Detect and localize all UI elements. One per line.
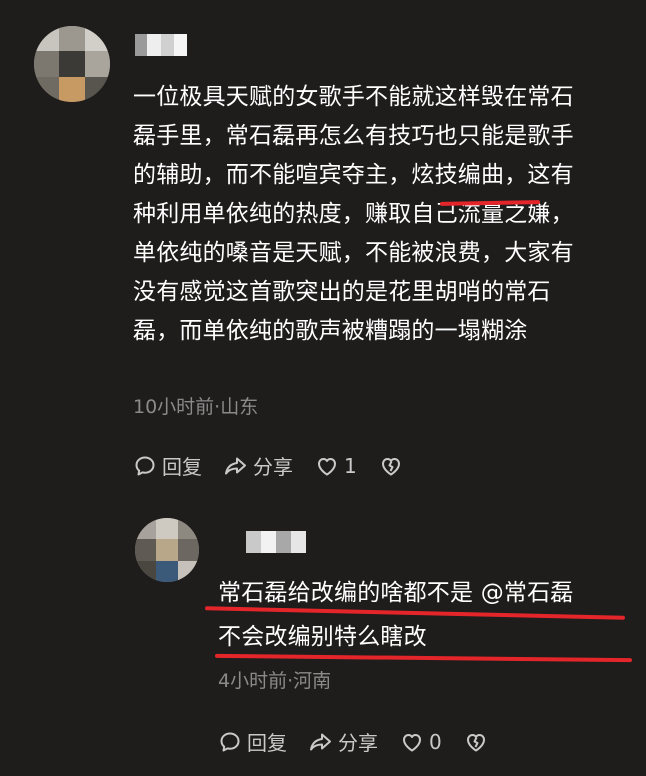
reply-button[interactable]: 回复 xyxy=(133,451,202,480)
comment-actions: 回复 分享 1 xyxy=(133,451,425,480)
like-button[interactable]: 1 xyxy=(315,454,357,478)
avatar[interactable] xyxy=(34,26,110,102)
comment-line: 磊，而单依纯的歌声被糟蹋的一塌糊涂 xyxy=(133,318,528,344)
heart-icon xyxy=(318,457,336,475)
like-count: 0 xyxy=(429,729,442,754)
broken-heart-icon xyxy=(381,457,400,475)
heart-icon xyxy=(403,733,421,751)
reply-label: 回复 xyxy=(162,455,202,479)
share-button[interactable]: 分享 xyxy=(224,451,293,480)
share-label: 分享 xyxy=(338,731,378,755)
reply-label: 回复 xyxy=(247,731,287,755)
username-blurred[interactable] xyxy=(135,34,187,56)
comment-bubble-icon xyxy=(220,732,240,751)
comment-thread: 一位极具天赋的女歌手不能就这样毁在常石 磊手里，常石磊再怎么有技巧也只能是歌手 … xyxy=(0,0,646,776)
comment-bubble-icon xyxy=(135,456,155,475)
share-arrow-icon xyxy=(310,733,331,750)
share-label: 分享 xyxy=(253,455,293,479)
comment-line: 没有感觉这首歌突出的是花里胡哨的常石 xyxy=(133,279,551,305)
comment-body: 一位极具天赋的女歌手不能就这样毁在常石 磊手里，常石磊再怎么有技巧也只能是歌手 … xyxy=(133,78,574,351)
share-arrow-icon xyxy=(225,457,246,474)
like-count: 1 xyxy=(344,453,357,478)
comment-meta: 4小时前·河南 xyxy=(218,670,332,692)
broken-heart-icon xyxy=(466,733,485,751)
comment-line: 的辅助，而不能喧宾夺主，炫技编曲，这有 xyxy=(133,162,574,188)
share-button[interactable]: 分享 xyxy=(309,727,378,756)
dislike-button[interactable] xyxy=(379,454,403,478)
comment-line: 单依纯的嗓音是天赋，不能被浪费，大家有 xyxy=(133,240,574,266)
comment-meta: 10小时前·山东 xyxy=(133,396,259,418)
comment-line: 不会改编别特么瞎改 xyxy=(218,624,427,650)
comment-line: 一位极具天赋的女歌手不能就这样毁在常石 xyxy=(133,84,574,110)
like-button[interactable]: 0 xyxy=(400,730,442,754)
comment-actions: 回复 分享 0 xyxy=(218,727,510,756)
avatar[interactable] xyxy=(135,518,199,582)
comment-line: 磊手里，常石磊再怎么有技巧也只能是歌手 xyxy=(133,123,574,149)
dislike-button[interactable] xyxy=(464,730,488,754)
reply-button[interactable]: 回复 xyxy=(218,727,287,756)
username-blurred[interactable] xyxy=(246,531,306,553)
